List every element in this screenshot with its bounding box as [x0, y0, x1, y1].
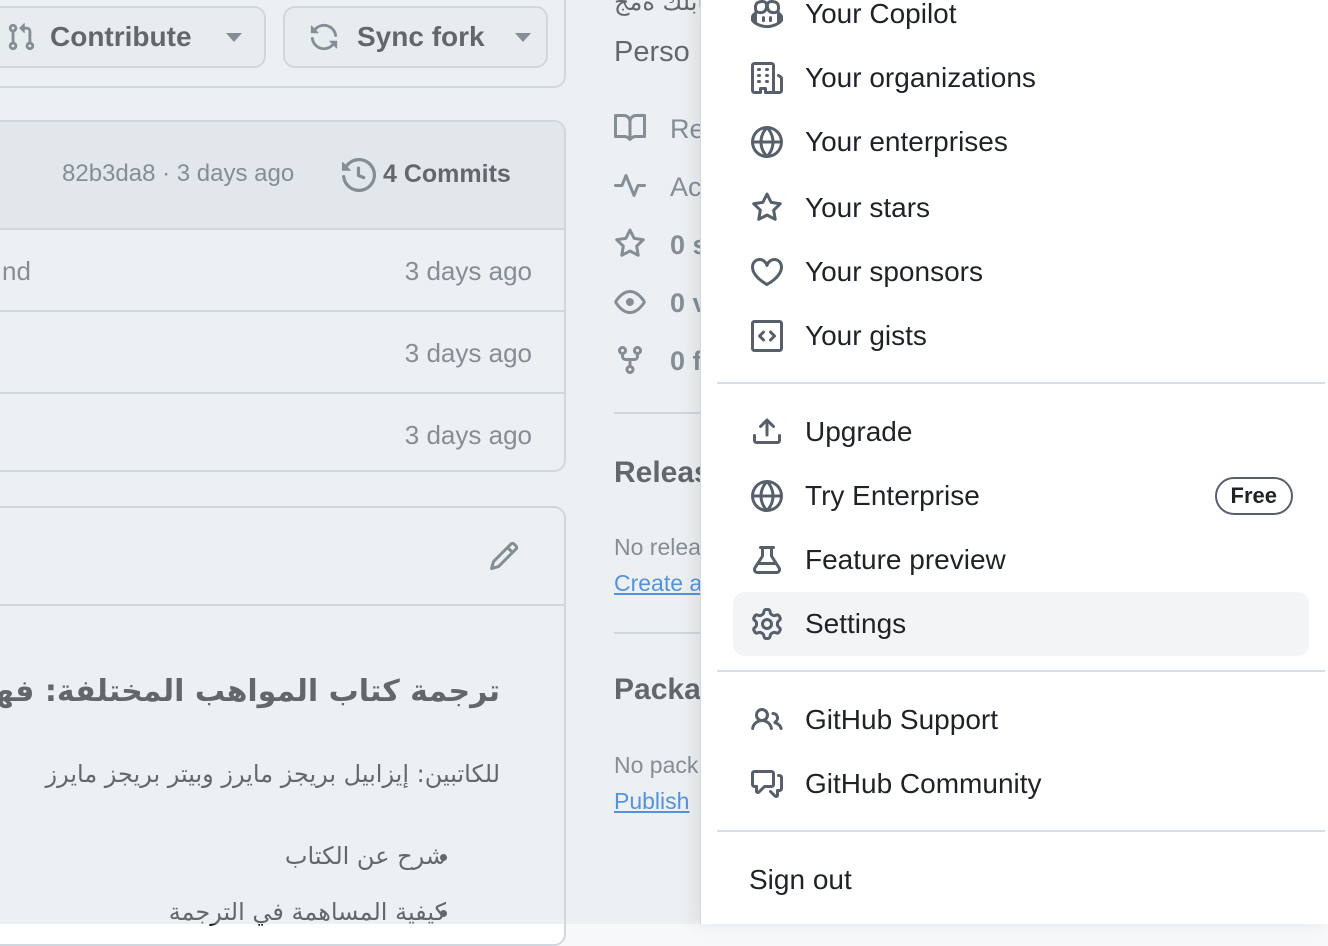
table-row[interactable]: 3 days ago: [0, 394, 564, 470]
commit-time: 3 days ago: [404, 420, 532, 450]
activity-link-partial[interactable]: Ac: [670, 172, 702, 203]
menu-item-label: Your organizations: [805, 62, 1036, 93]
menu-item-label: Upgrade: [805, 416, 913, 447]
menu-item-github-community[interactable]: GitHub Community: [733, 752, 1309, 816]
menu-item-label: Your sponsors: [805, 256, 983, 287]
menu-item-your-enterprises[interactable]: Your enterprises: [733, 110, 1309, 174]
menu-item-label: Settings: [805, 608, 907, 639]
menu-item-github-support[interactable]: GitHub Support: [733, 688, 1309, 752]
globe-icon: [749, 478, 785, 514]
menu-divider: [717, 382, 1325, 384]
menu-divider: [717, 830, 1325, 832]
people-icon: [749, 702, 785, 738]
menu-item-label: Your stars: [805, 192, 931, 223]
table-row[interactable]: nd 3 days ago: [0, 230, 564, 312]
eye-icon: [614, 286, 646, 318]
menu-item-label: Feature preview: [805, 544, 1006, 575]
bullet-text: شرح عن الكتاب: [284, 842, 446, 870]
menu-item-try-enterprise[interactable]: Try Enterprise Free: [733, 464, 1309, 528]
menu-item-label: Your enterprises: [805, 126, 1008, 157]
packages-heading-partial[interactable]: Packa: [614, 673, 701, 707]
upload-icon: [749, 414, 785, 450]
sign-out-button[interactable]: Sign out: [733, 848, 1309, 912]
commit-time: 3 days ago: [404, 256, 532, 286]
latest-commit-hash-time[interactable]: 82b3da8 · 3 days ago: [62, 160, 294, 188]
bullet-dot: [440, 854, 447, 861]
menu-item-label: Try Enterprise: [805, 480, 980, 511]
file-list: 82b3da8 · 3 days ago 4 Commits nd 3 days…: [0, 120, 566, 472]
pulse-icon: [614, 170, 646, 202]
menu-item-label: Your Copilot: [805, 0, 957, 29]
menu-item-label: GitHub Community: [805, 768, 1042, 799]
menu-item-upgrade[interactable]: Upgrade: [733, 400, 1309, 464]
globe-icon: [749, 124, 785, 160]
divider: [614, 632, 704, 634]
releases-heading-partial[interactable]: Releas: [614, 456, 711, 490]
divider: [614, 412, 704, 414]
menu-item-your-copilot[interactable]: Your Copilot: [733, 0, 1309, 46]
about-title-partial: تابلك ةمج: [614, 0, 712, 16]
comment-discussion-icon: [749, 766, 785, 802]
menu-item-label: Your gists: [805, 320, 927, 351]
file-name[interactable]: nd: [2, 256, 31, 287]
menu-divider: [717, 670, 1325, 672]
pencil-icon[interactable]: [488, 540, 520, 572]
readme-header: [0, 508, 564, 606]
latest-commit-bar: 82b3da8 · 3 days ago 4 Commits: [0, 122, 564, 230]
publish-package-link-partial[interactable]: Publish: [614, 788, 689, 815]
bullet-text: كيفية المساهمة في الترجمة: [168, 898, 446, 926]
repo-forked-icon: [614, 344, 646, 376]
list-item: كيفية المساهمة في الترجمة: [169, 898, 446, 926]
star-icon: [614, 228, 646, 260]
menu-item-settings[interactable]: Settings: [733, 592, 1309, 656]
no-releases-text-partial: No relea: [614, 534, 701, 560]
star-icon: [749, 190, 785, 226]
gear-icon: [749, 606, 785, 642]
book-icon: [614, 112, 646, 144]
persona-text-partial: Perso: [614, 36, 690, 68]
bullet-dot: [440, 910, 447, 917]
forks-link-partial[interactable]: 0 f: [670, 346, 702, 377]
header-box-edge: [0, 0, 566, 88]
menu-item-your-gists[interactable]: Your gists: [733, 304, 1309, 368]
list-item: شرح عن الكتاب: [285, 842, 446, 870]
menu-item-your-stars[interactable]: Your stars: [733, 176, 1309, 240]
table-row[interactable]: 3 days ago: [0, 312, 564, 394]
readme-heading: ترجمة كتاب المواهب المختلفة: فهم أنما: [0, 674, 500, 709]
menu-item-feature-preview[interactable]: Feature preview: [733, 528, 1309, 592]
copilot-icon: [749, 0, 785, 32]
commits-count-link[interactable]: 4 Commits: [383, 160, 511, 189]
readme-authors: للكاتبين: إيزابيل بريجز مايرز وبيتر بريج…: [45, 760, 501, 788]
beaker-icon: [749, 542, 785, 578]
heart-icon: [749, 254, 785, 290]
sign-out-label: Sign out: [749, 864, 852, 895]
user-menu-panel: Your Copilot Your organizations Your ent…: [700, 0, 1328, 924]
create-release-link-partial[interactable]: Create a: [614, 570, 702, 597]
code-square-icon: [749, 318, 785, 354]
free-badge: Free: [1214, 477, 1293, 515]
menu-item-label: GitHub Support: [805, 704, 998, 735]
history-icon: [342, 158, 376, 192]
no-packages-text-partial: No pack: [614, 752, 699, 778]
readme-panel: ترجمة كتاب المواهب المختلفة: فهم أنما لل…: [0, 506, 566, 946]
menu-item-your-organizations[interactable]: Your organizations: [733, 46, 1309, 110]
menu-item-your-sponsors[interactable]: Your sponsors: [733, 240, 1309, 304]
commit-time: 3 days ago: [404, 338, 532, 368]
organization-icon: [749, 60, 785, 96]
